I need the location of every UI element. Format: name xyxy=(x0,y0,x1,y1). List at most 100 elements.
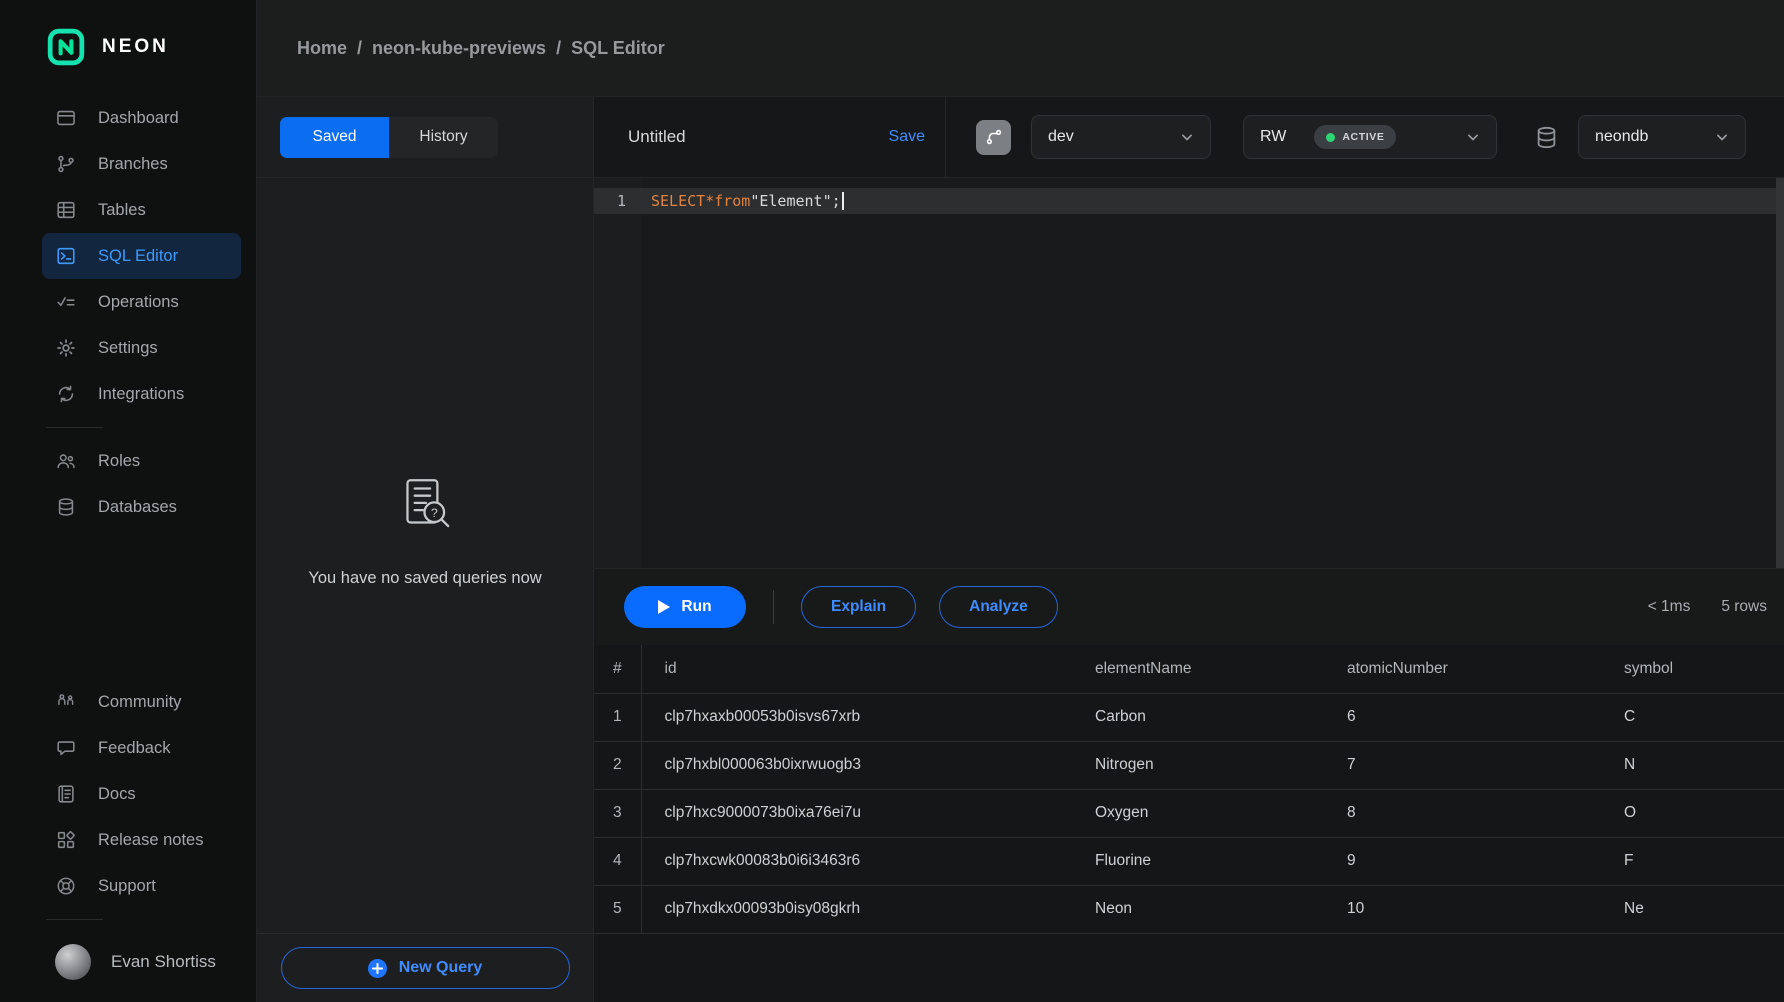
save-button[interactable]: Save xyxy=(889,128,925,146)
column-header-id: id xyxy=(641,645,1072,693)
sidebar-item-label: Roles xyxy=(98,452,140,471)
saved-queries-tabs: Saved History xyxy=(257,97,594,177)
release-notes-icon xyxy=(55,829,77,851)
code-token-semicolon: ; xyxy=(832,192,841,210)
cell-atomicNumber: 9 xyxy=(1324,837,1601,885)
table-row: 1 clp7hxaxb00053b0isvs67xrb Carbon 6 C xyxy=(594,693,1784,741)
tab-saved[interactable]: Saved xyxy=(280,117,389,158)
chevron-down-icon xyxy=(1177,127,1197,147)
compute-select[interactable]: RW ACTIVE xyxy=(1243,115,1497,159)
new-query-button[interactable]: New Query xyxy=(281,947,570,989)
integrations-icon xyxy=(55,383,77,405)
sidebar-item-label: Branches xyxy=(98,155,168,174)
sidebar-item-label: Dashboard xyxy=(98,109,179,128)
code-token-identifier: "Element" xyxy=(750,192,831,210)
sidebar-item-dashboard[interactable]: Dashboard xyxy=(42,95,241,141)
sidebar-item-settings[interactable]: Settings xyxy=(42,325,241,371)
editor-active-line[interactable]: 1 SELECT * from "Element"; xyxy=(594,188,1784,214)
workbench: 1 SELECT * from "Element"; Run Explain A… xyxy=(594,178,1784,1002)
table-row: 3 clp7hxc9000073b0ixa76ei7u Oxygen 8 O xyxy=(594,789,1784,837)
sidebar-item-branches[interactable]: Branches xyxy=(42,141,241,187)
sidebar-item-tables[interactable]: Tables xyxy=(42,187,241,233)
database-select[interactable]: neondb xyxy=(1578,115,1746,159)
sidebar-item-integrations[interactable]: Integrations xyxy=(42,371,241,417)
user-menu[interactable]: Evan Shortiss xyxy=(42,944,241,980)
cell-atomicNumber: 8 xyxy=(1324,789,1601,837)
sidebar-item-label: Docs xyxy=(98,785,136,804)
sidebar-divider xyxy=(46,919,103,920)
cell-symbol: Ne xyxy=(1601,885,1784,933)
sidebar-item-support[interactable]: Support xyxy=(42,863,241,909)
plus-circle-icon xyxy=(368,959,387,978)
branch-select-value: dev xyxy=(1048,128,1074,146)
empty-state: ? You have no saved queries now xyxy=(257,178,593,933)
table-row: 5 clp7hxdkx00093b0isy08gkrh Neon 10 Ne xyxy=(594,885,1784,933)
tab-group: Saved History xyxy=(280,117,498,158)
editor-header: Untitled Save xyxy=(594,97,945,177)
code-token-keyword: SELECT xyxy=(651,192,705,210)
column-header-symbol: symbol xyxy=(1601,645,1784,693)
sidebar-item-label: Support xyxy=(98,877,156,896)
cell-id: clp7hxc9000073b0ixa76ei7u xyxy=(641,789,1072,837)
avatar xyxy=(55,944,91,980)
community-icon xyxy=(55,691,77,713)
analyze-button[interactable]: Analyze xyxy=(939,586,1058,628)
cell-elementName: Oxygen xyxy=(1072,789,1324,837)
cell-row-index: 2 xyxy=(594,741,641,789)
cell-elementName: Neon xyxy=(1072,885,1324,933)
sidebar-item-operations[interactable]: Operations xyxy=(42,279,241,325)
svg-text:?: ? xyxy=(431,506,438,520)
branch-icon-button[interactable] xyxy=(976,120,1011,155)
breadcrumb-separator: / xyxy=(556,38,561,59)
sidebar-item-feedback[interactable]: Feedback xyxy=(42,725,241,771)
dashboard-icon xyxy=(55,107,77,129)
sidebar-item-label: Release notes xyxy=(98,831,204,850)
cell-row-index: 3 xyxy=(594,789,641,837)
explain-button[interactable]: Explain xyxy=(801,586,916,628)
query-actions-bar: Run Explain Analyze < 1ms 5 rows xyxy=(594,569,1784,645)
brand-wordmark: NEON xyxy=(102,36,169,58)
content: ? You have no saved queries now New Quer… xyxy=(257,178,1784,1002)
sql-editor-icon xyxy=(55,245,77,267)
branches-icon xyxy=(55,153,77,175)
query-title[interactable]: Untitled xyxy=(628,127,686,147)
cell-row-index: 5 xyxy=(594,885,641,933)
new-query-label: New Query xyxy=(399,959,483,977)
sidebar-nav: Dashboard Branches Tables SQL Editor Ope… xyxy=(0,95,256,530)
breadcrumb-separator: / xyxy=(357,38,362,59)
sidebar-item-label: Feedback xyxy=(98,739,170,758)
neon-logo[interactable]: NEON xyxy=(0,0,256,66)
feedback-icon xyxy=(55,737,77,759)
cell-elementName: Carbon xyxy=(1072,693,1324,741)
text-cursor xyxy=(842,192,844,210)
cell-elementName: Nitrogen xyxy=(1072,741,1324,789)
run-button[interactable]: Run xyxy=(624,586,746,628)
cell-row-index: 1 xyxy=(594,693,641,741)
gear-icon xyxy=(55,337,77,359)
branch-select[interactable]: dev xyxy=(1031,115,1211,159)
sidebar-item-docs[interactable]: Docs xyxy=(42,771,241,817)
breadcrumb: Home / neon-kube-previews / SQL Editor xyxy=(297,38,665,59)
toolbar-row: Saved History Untitled Save dev RW xyxy=(257,97,1784,178)
run-label: Run xyxy=(681,598,711,616)
sidebar-item-sql-editor[interactable]: SQL Editor xyxy=(42,233,241,279)
sidebar-item-community[interactable]: Community xyxy=(42,679,241,725)
tables-icon xyxy=(55,199,77,221)
cell-id: clp7hxaxb00053b0isvs67xrb xyxy=(641,693,1072,741)
database-select-value: neondb xyxy=(1595,128,1648,146)
sidebar-item-roles[interactable]: Roles xyxy=(42,438,241,484)
breadcrumb-home[interactable]: Home xyxy=(297,38,347,59)
tab-history[interactable]: History xyxy=(389,117,498,158)
editor-scrollbar[interactable] xyxy=(1776,178,1784,568)
sidebar-item-databases[interactable]: Databases xyxy=(42,484,241,530)
operations-icon xyxy=(55,291,77,313)
breadcrumb-project[interactable]: neon-kube-previews xyxy=(372,38,546,59)
status-badge-label: ACTIVE xyxy=(1342,131,1384,143)
sidebar-item-release-notes[interactable]: Release notes xyxy=(42,817,241,863)
sql-editor-input[interactable]: 1 SELECT * from "Element"; xyxy=(594,178,1784,569)
sidebar-item-label: Tables xyxy=(98,201,146,220)
sidebar-item-label: Operations xyxy=(98,293,179,312)
empty-state-message: You have no saved queries now xyxy=(308,569,541,588)
column-header-index: # xyxy=(594,645,641,693)
support-icon xyxy=(55,875,77,897)
